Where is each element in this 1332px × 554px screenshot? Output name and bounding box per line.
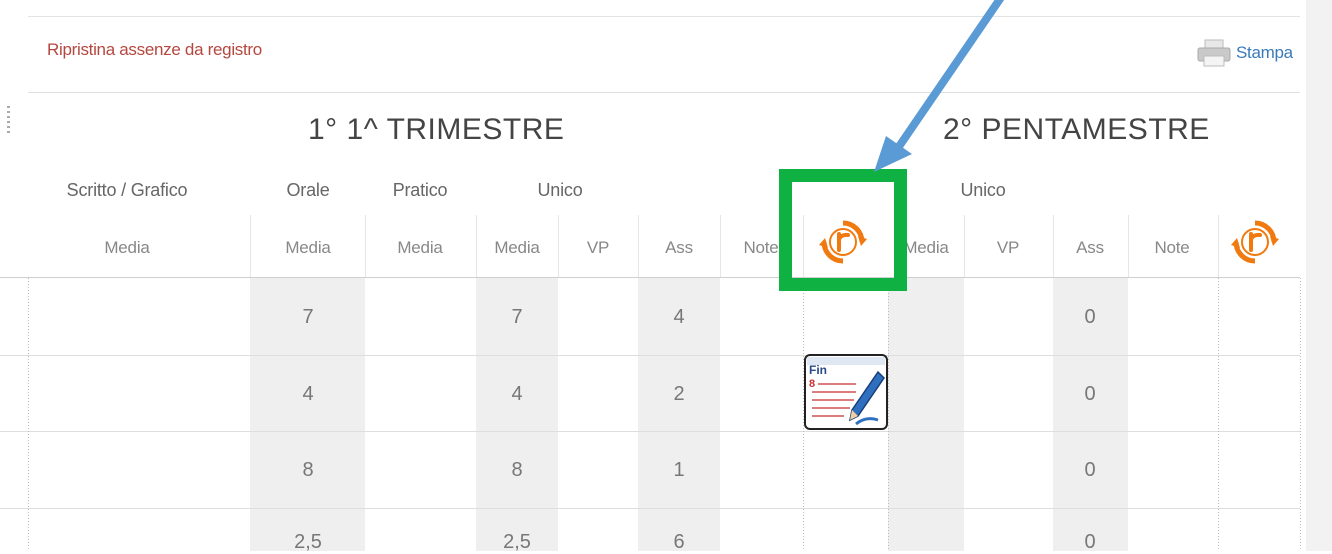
group-header-pratico: Pratico (392, 180, 448, 200)
header-bottom-border (0, 277, 1300, 278)
group-header-unico-1: Unico (537, 180, 583, 200)
cell-ass-1: 1 (673, 459, 685, 481)
restore-r-icon[interactable] (1230, 219, 1280, 265)
col-sep (558, 215, 559, 277)
col-sep (1128, 215, 1129, 277)
subheader-ass: Ass (1076, 238, 1104, 257)
cell-ass-1: 2 (673, 383, 685, 405)
col-sep (476, 215, 477, 277)
cell-unico-media: 4 (511, 383, 523, 405)
cell-orale-media: 7 (302, 306, 314, 328)
row-separator (0, 355, 1300, 356)
svg-text:8: 8 (809, 378, 815, 390)
col-sep (964, 215, 965, 277)
col-border (1300, 278, 1301, 551)
group-header-orale: Orale (286, 180, 330, 200)
cell-ass-2: 0 (1084, 459, 1096, 481)
col-sep (1218, 215, 1219, 277)
top-divider (28, 16, 1300, 17)
cell-ass-2: 0 (1084, 383, 1096, 405)
row-separator (0, 508, 1300, 509)
subheader-media: Media (104, 238, 150, 257)
col-sep (638, 215, 639, 277)
group-header-unico-2: Unico (960, 180, 1006, 200)
printer-icon (1197, 39, 1231, 67)
restore-absences-link[interactable]: Ripristina assenze da registro (47, 40, 262, 60)
print-label: Stampa (1236, 43, 1293, 62)
subheader-media: Media (397, 238, 443, 257)
svg-text:Fin: Fin (809, 363, 827, 377)
resize-grip[interactable] (7, 106, 10, 136)
col-sep (250, 215, 251, 277)
subheader-media: Media (285, 238, 331, 257)
col-sep (720, 215, 721, 277)
term-title-1: 1° 1^ TRIMESTRE (308, 113, 565, 146)
toolbar-divider (28, 92, 1300, 93)
subheader-media: Media (494, 238, 540, 257)
col-sep (1053, 215, 1054, 277)
subheader-vp: VP (996, 238, 1020, 257)
term-title-2: 2° PENTAMESTRE (943, 113, 1210, 146)
highlight-box (779, 169, 907, 291)
group-header-scritto: Scritto / Grafico (66, 180, 188, 200)
cell-unico-media: 7 (511, 306, 523, 328)
subheader-media: Media (903, 238, 949, 257)
col-border (28, 278, 29, 551)
cell-unico-media: 8 (511, 459, 523, 481)
print-button[interactable]: Stampa (1196, 38, 1293, 68)
cell-orale-media: 4 (302, 383, 314, 405)
col-sep (365, 215, 366, 277)
subheader-note: Note (743, 238, 779, 257)
fin-document-icon[interactable]: Fin 8 (804, 354, 888, 430)
subheader-ass: Ass (665, 238, 693, 257)
col-border (1218, 278, 1219, 551)
cell-orale-media: 8 (302, 459, 314, 481)
column-shade-media-2 (888, 278, 964, 551)
cell-ass-2: 0 (1084, 306, 1096, 328)
subheader-note: Note (1154, 238, 1190, 257)
subheader-vp: VP (586, 238, 610, 257)
cell-ass-1: 4 (673, 306, 685, 328)
scrollbar-track[interactable] (1306, 0, 1332, 551)
row-separator (0, 431, 1300, 432)
col-border (888, 278, 889, 551)
